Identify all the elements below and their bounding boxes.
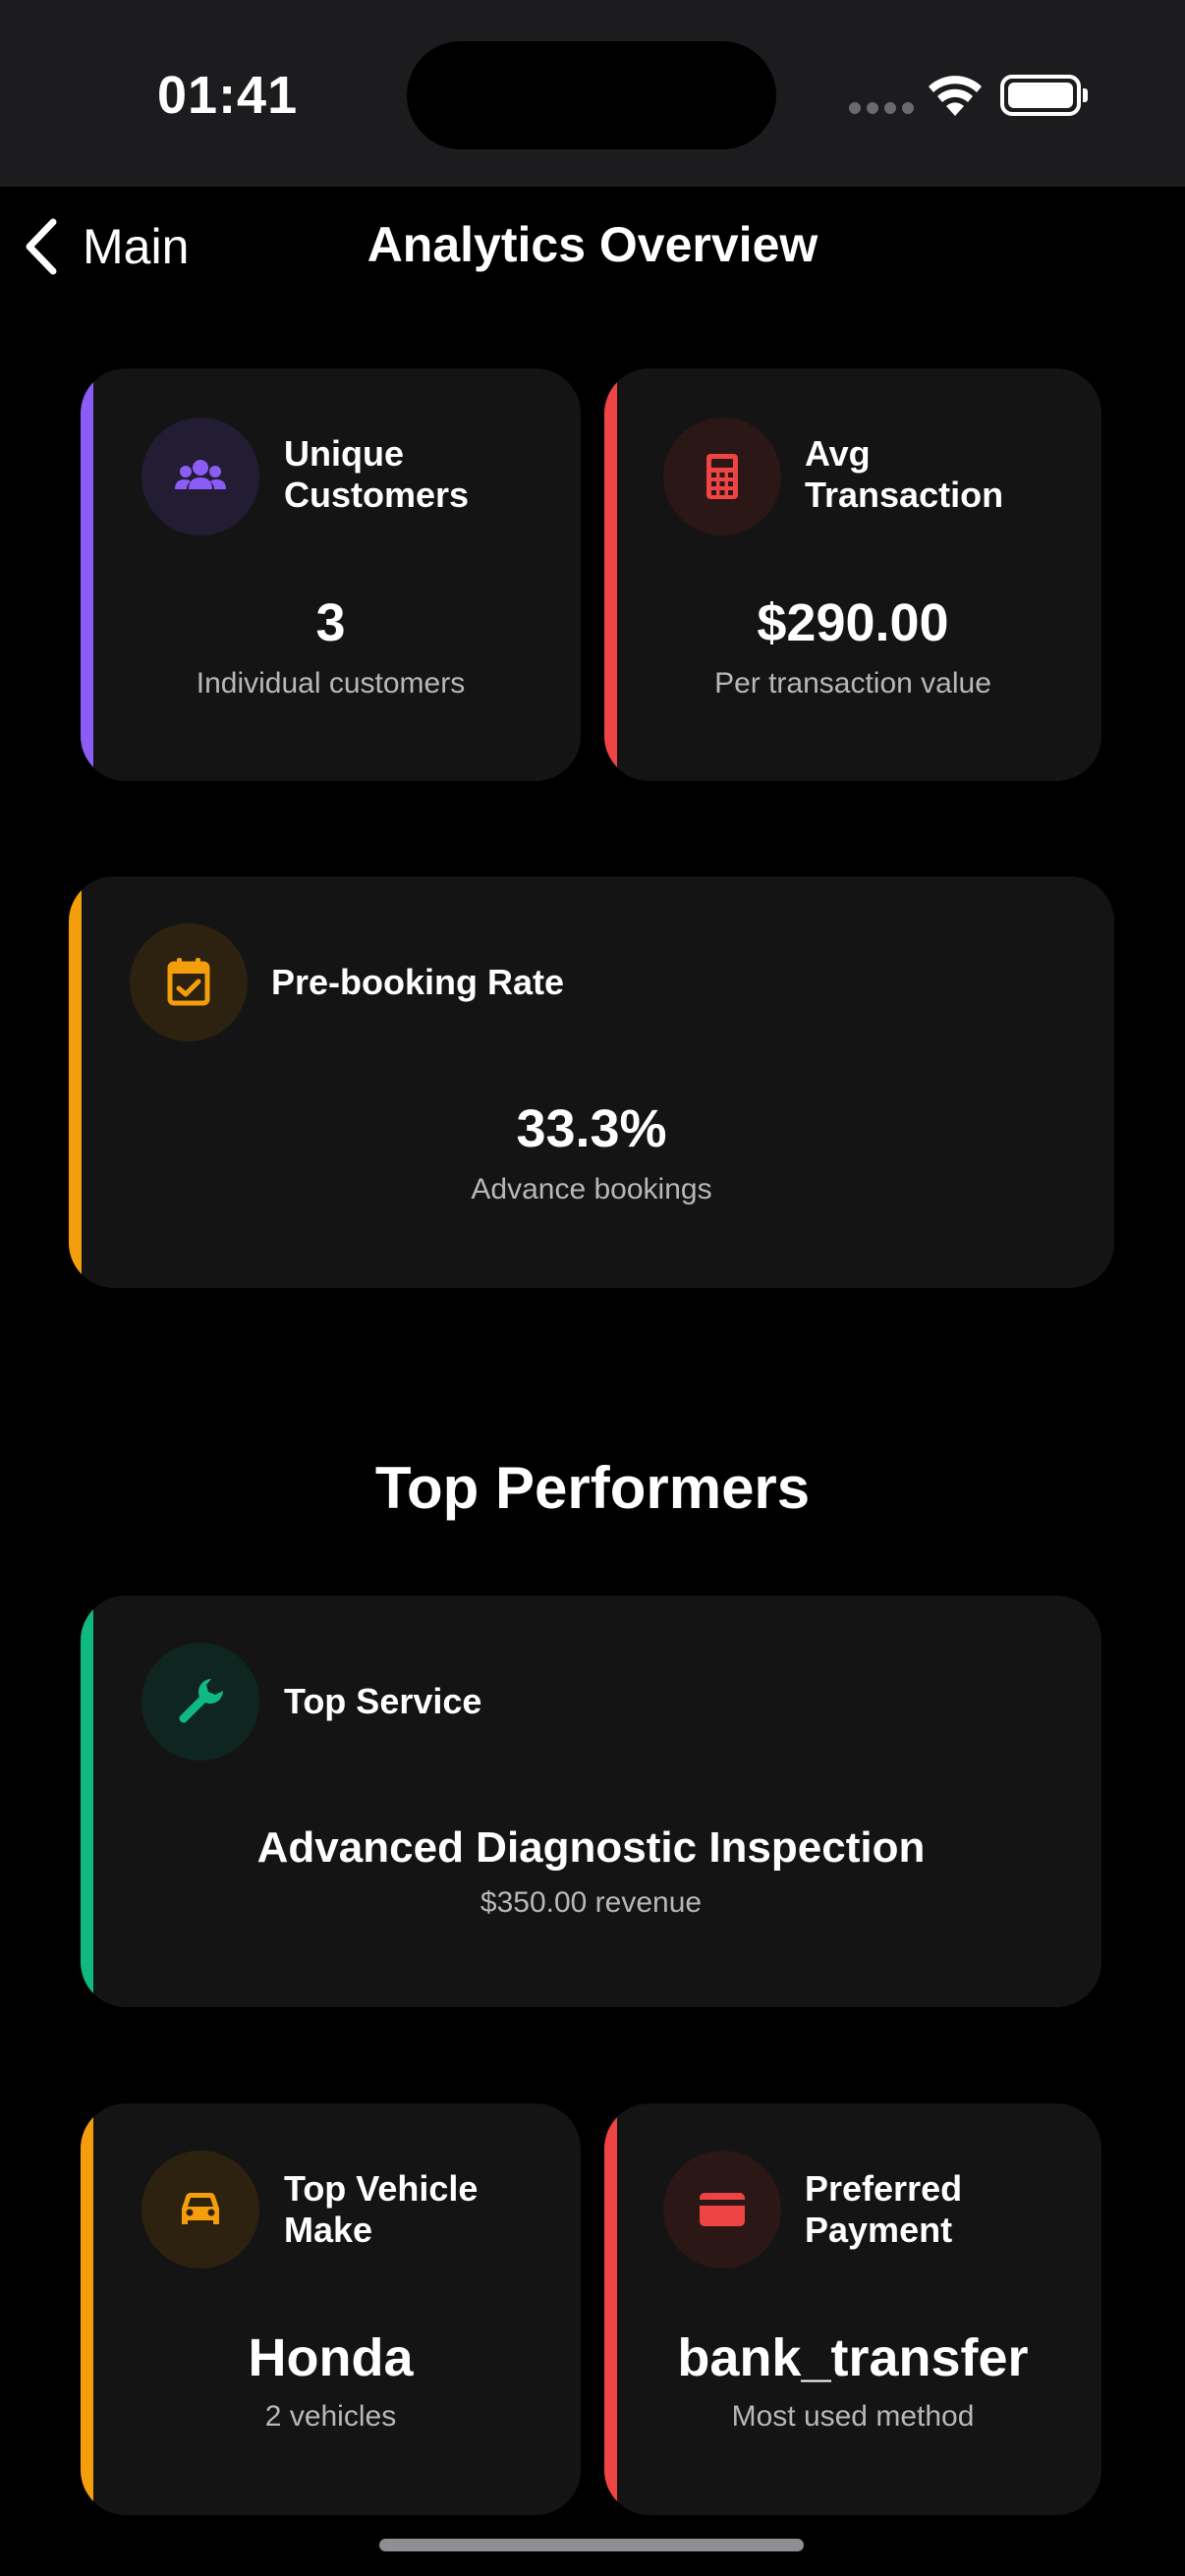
card-value: bank_transfer (677, 2328, 1029, 2387)
status-bar: 01:41 Main Analytics Overview (0, 0, 1185, 275)
credit-card-icon (663, 2151, 781, 2268)
card-subtitle: Advance bookings (471, 1173, 712, 1205)
card-subtitle: 2 vehicles (264, 2400, 397, 2433)
back-button[interactable]: Main (22, 210, 189, 283)
cellular-signal-icon (849, 102, 914, 114)
wrench-icon (141, 1643, 259, 1761)
card-value: 3 (315, 593, 346, 652)
card-accent (604, 2103, 617, 2515)
calculator-icon (663, 418, 781, 535)
car-icon (141, 2151, 259, 2268)
calendar-check-icon (130, 924, 248, 1041)
dynamic-island (407, 41, 776, 149)
card-accent (81, 368, 93, 781)
card-accent (81, 1596, 93, 2007)
card-title: Avg Transaction (805, 433, 1004, 515)
preferred-payment-card: Preferred Payment bank_transfer Most use… (604, 2103, 1101, 2515)
top-performers-heading: Top Performers (374, 1455, 811, 1521)
battery-icon (1000, 75, 1088, 116)
card-subtitle: Most used method (731, 2400, 975, 2433)
status-time: 01:41 (157, 66, 299, 125)
card-value: Honda (248, 2328, 414, 2387)
back-label: Main (83, 219, 190, 274)
top-vehicle-make-card: Top Vehicle Make Honda 2 vehicles (81, 2103, 581, 2515)
card-title: Unique Customers (284, 433, 470, 515)
card-subtitle: Per transaction value (714, 667, 991, 700)
card-subtitle: Individual customers (196, 667, 466, 700)
page-title: Analytics Overview (367, 217, 818, 272)
card-accent (69, 876, 82, 1288)
unique-customers-card: Unique Customers 3 Individual customers (81, 368, 581, 781)
card-value: Advanced Diagnostic Inspection (256, 1823, 926, 1872)
card-accent (604, 368, 617, 781)
wifi-icon (929, 76, 982, 116)
card-title: Top Vehicle Make (284, 2168, 479, 2250)
prebooking-rate-card: Pre-booking Rate 33.3% Advance bookings (69, 876, 1114, 1288)
card-value: 33.3% (516, 1099, 667, 1158)
card-title: Pre-booking Rate (271, 962, 565, 1002)
chevron-left-icon (26, 218, 57, 275)
card-subtitle: $350.00 revenue (480, 1886, 703, 1919)
card-accent (81, 2103, 93, 2515)
card-title: Preferred Payment (805, 2168, 963, 2250)
home-indicator[interactable] (379, 2539, 804, 2551)
avg-transaction-card: Avg Transaction $290.00 Per transaction … (604, 368, 1101, 781)
analytics-screen: 01:41 Main Analytics Overview Unique Cus… (0, 0, 1185, 2576)
users-icon (141, 418, 259, 535)
card-title: Top Service (284, 1681, 482, 1721)
card-value: $290.00 (757, 593, 949, 652)
top-service-card: Top Service Advanced Diagnostic Inspecti… (81, 1596, 1101, 2007)
